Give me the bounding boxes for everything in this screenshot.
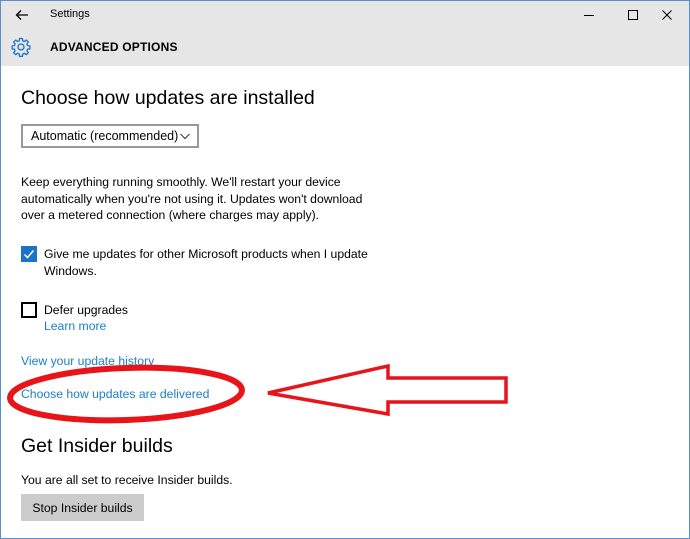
settings-window: Settings ADVANCED OPTIONS Choose how upd… <box>0 0 690 539</box>
stop-insider-builds-button[interactable]: Stop Insider builds <box>21 494 144 521</box>
minimize-icon <box>584 15 594 16</box>
maximize-button[interactable] <box>616 1 650 29</box>
dropdown-selected-value: Automatic (recommended) <box>31 129 179 143</box>
close-button[interactable] <box>650 1 684 29</box>
back-arrow-icon <box>15 10 28 20</box>
view-update-history-link[interactable]: View your update history <box>21 354 154 368</box>
chevron-down-icon <box>180 133 190 140</box>
install-mode-dropdown[interactable]: Automatic (recommended) <box>21 124 199 148</box>
insider-heading: Get Insider builds <box>21 435 173 457</box>
defer-upgrades-checkbox[interactable] <box>21 302 37 318</box>
insider-status-text: You are all set to receive Insider build… <box>21 473 233 487</box>
defer-upgrades-label: Defer upgrades <box>44 303 129 317</box>
install-description: Keep everything running smoothly. We'll … <box>21 175 363 222</box>
close-icon <box>662 10 672 20</box>
choose-delivery-link[interactable]: Choose how updates are delivered <box>21 387 209 401</box>
window-title: Settings <box>50 8 90 20</box>
gear-icon <box>11 37 31 57</box>
checkmark-icon <box>23 250 35 259</box>
back-button[interactable] <box>9 5 35 25</box>
maximize-icon <box>628 10 638 20</box>
title-bar: Settings <box>1 1 689 29</box>
page-title: ADVANCED OPTIONS <box>50 40 178 54</box>
other-products-checkbox[interactable] <box>21 246 37 262</box>
other-products-label: Give me updates for other Microsoft prod… <box>44 247 368 278</box>
minimize-button[interactable] <box>572 1 606 29</box>
install-heading: Choose how updates are installed <box>21 87 315 109</box>
learn-more-link[interactable]: Learn more <box>44 319 106 333</box>
page-header: ADVANCED OPTIONS <box>1 29 689 66</box>
